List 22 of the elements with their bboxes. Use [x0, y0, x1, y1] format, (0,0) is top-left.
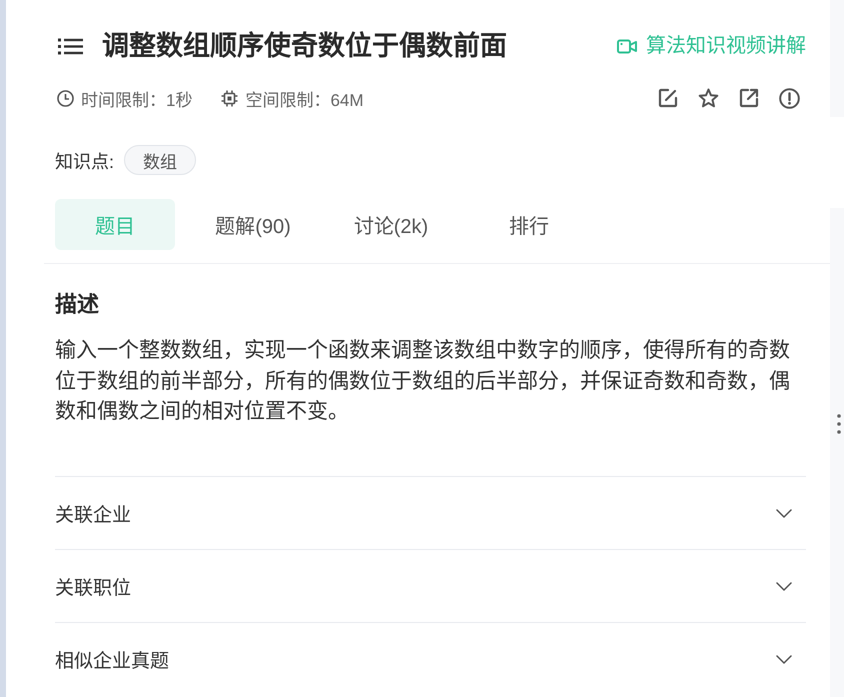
knowledge-label: 知识点: [55, 151, 114, 173]
tab[interactable]: 排行 [469, 199, 589, 250]
external-link-icon[interactable] [739, 88, 759, 108]
video-camera-icon [617, 38, 637, 54]
time-limit-text: 时间限制：1秒 [81, 90, 192, 110]
section-heading: 描述 [55, 291, 99, 319]
collapsible-section[interactable]: 相似企业真题 [55, 622, 806, 695]
chip-icon [221, 90, 238, 106]
vertical-dots-icon[interactable] [837, 414, 841, 434]
star-icon[interactable] [698, 88, 719, 108]
collapsible-section[interactable]: 关联企业 [55, 476, 806, 549]
tab[interactable]: 题解(90) [193, 199, 313, 250]
problem-description: 输入一个整数数组，实现一个函数来调整该数组中数字的顺序，使得所有的奇数位于数组的前半部分，所有的偶数位于数组的后半部分，并保证奇数和奇数，偶数和偶数之间的相对位置不变。 [55, 338, 791, 425]
clock-icon [57, 90, 74, 106]
topic-tag[interactable]: 数组 [124, 145, 196, 175]
tab[interactable]: 讨论(2k) [331, 199, 451, 250]
memory-limit-text: 空间限制：64M [245, 90, 364, 110]
edit-icon[interactable] [658, 88, 678, 108]
problem-title: 调整数组顺序使奇数位于偶数前面 [102, 30, 507, 63]
list-icon[interactable] [58, 38, 83, 54]
exclamation-circle-icon[interactable] [779, 88, 800, 108]
collapsible-section[interactable]: 关联职位 [55, 549, 806, 622]
